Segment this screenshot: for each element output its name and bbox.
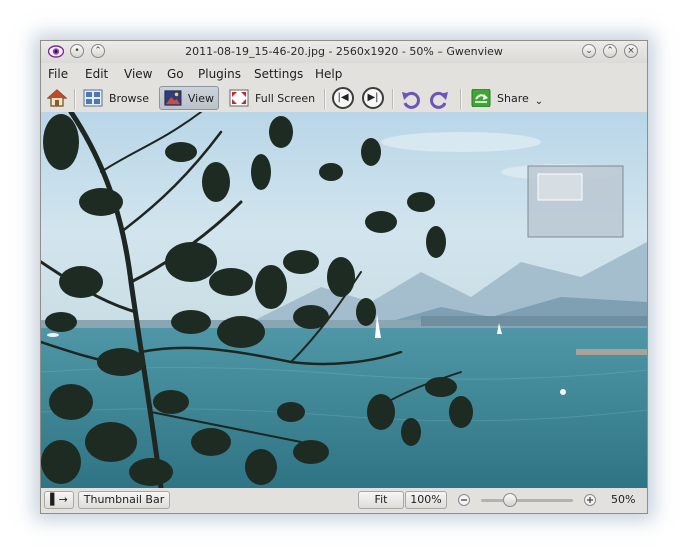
fullscreen-icon [229, 89, 249, 107]
photo-lake-branches [41, 112, 647, 488]
menu-file[interactable]: File [48, 67, 68, 81]
maximize-button[interactable]: ⌃ [603, 44, 617, 58]
menu-settings[interactable]: Settings [254, 67, 303, 81]
next-icon[interactable]: ▶| [362, 87, 384, 109]
toggle-sidebar-button[interactable]: ▌→ [44, 491, 74, 509]
previous-icon[interactable]: |◀ [332, 87, 354, 109]
window-title: 2011-08-19_15-46-20.jpg - 2560x1920 - 50… [185, 45, 503, 58]
zoom-slider[interactable] [481, 493, 573, 507]
gwenview-window: • ⌃ 2011-08-19_15-46-20.jpg - 2560x1920 … [40, 40, 648, 514]
main-toolbar: Browse View Full Screen |◀ ▶| Share ⌄ [41, 84, 647, 112]
close-button[interactable]: × [624, 44, 638, 58]
browse-label: Browse [109, 91, 150, 105]
thumbnail-bar-button[interactable]: Thumbnail Bar [78, 491, 170, 509]
view-label: View [187, 91, 214, 105]
menu-plugins[interactable]: Plugins [198, 67, 241, 81]
fullscreen-button[interactable]: Full Screen [225, 86, 319, 110]
share-button[interactable]: Share ⌄ [467, 86, 547, 110]
fullscreen-label: Full Screen [255, 91, 316, 105]
zoom-fit-button[interactable]: Fit [358, 491, 404, 509]
image-viewport[interactable] [41, 112, 647, 488]
home-button[interactable] [43, 86, 71, 110]
zoom-in-icon[interactable] [583, 493, 597, 507]
zoom-slider-handle[interactable] [503, 493, 517, 507]
share-dropdown-icon[interactable]: ⌄ [535, 96, 543, 107]
zoom-out-icon[interactable] [457, 493, 471, 507]
title-bar[interactable]: • ⌃ 2011-08-19_15-46-20.jpg - 2560x1920 … [41, 41, 647, 63]
menu-edit[interactable]: Edit [85, 67, 108, 81]
status-bar: ▌→ Thumbnail Bar Fit 100% 50% [41, 488, 647, 513]
share-label: Share [497, 91, 529, 105]
browse-grid-icon [83, 89, 103, 107]
rotate-left-icon[interactable] [400, 88, 422, 110]
rotate-right-icon[interactable] [428, 88, 450, 110]
menu-go[interactable]: Go [167, 67, 184, 81]
home-icon [47, 89, 67, 107]
share-icon [471, 89, 491, 107]
menu-view[interactable]: View [124, 67, 152, 81]
browse-button[interactable]: Browse [79, 86, 153, 110]
view-image-icon [164, 90, 182, 106]
minimize-button[interactable]: ⌄ [582, 44, 596, 58]
menu-help[interactable]: Help [315, 67, 342, 81]
zoom-100-button[interactable]: 100% [405, 491, 447, 509]
view-button[interactable]: View [159, 86, 219, 110]
menu-bar: File Edit View Go Plugins Settings Help [41, 64, 647, 84]
navigator-visible-area [537, 173, 583, 201]
zoom-value: 50% [611, 493, 636, 506]
